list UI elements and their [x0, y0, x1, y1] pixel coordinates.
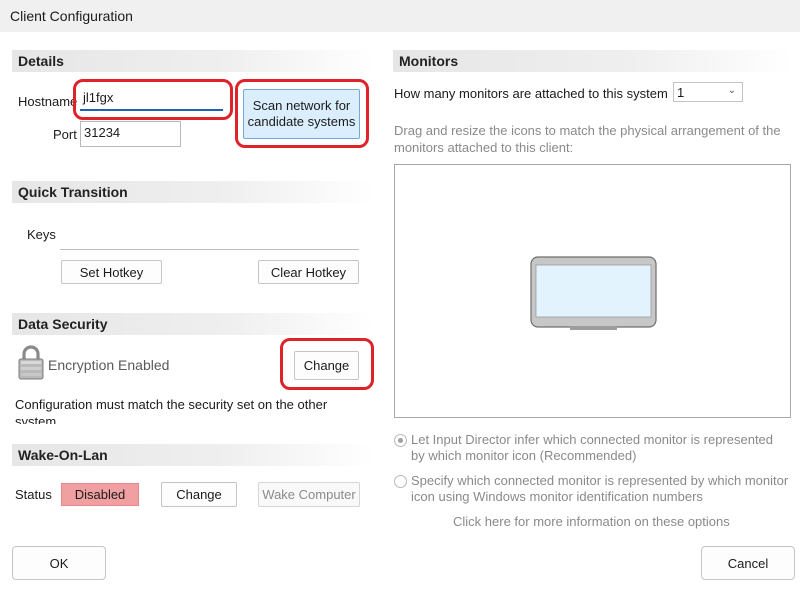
port-input[interactable]: 31234 [80, 121, 181, 147]
quick-transition-header: Quick Transition [12, 181, 374, 203]
wake-computer-button[interactable]: Wake Computer [258, 482, 360, 507]
monitor-icon[interactable] [530, 256, 657, 331]
scan-network-button[interactable]: Scan network for candidate systems [243, 89, 360, 139]
wol-status-label: Status [15, 487, 52, 502]
details-header: Details [12, 50, 374, 72]
security-change-button[interactable]: Change [294, 351, 359, 380]
cancel-button[interactable]: Cancel [701, 546, 795, 580]
window-title: Client Configuration [10, 8, 133, 24]
data-security-header: Data Security [12, 313, 374, 335]
encryption-status-text: Encryption Enabled [48, 357, 170, 373]
specify-option-line2: icon using Windows monitor identificatio… [411, 489, 703, 504]
infer-option-line1: Let Input Director infer which connected… [411, 432, 774, 447]
monitor-arrangement-canvas[interactable] [394, 164, 791, 418]
security-note: Configuration must match the security se… [15, 397, 328, 424]
specify-monitor-radio[interactable] [394, 475, 407, 488]
specify-monitor-option: Specify which connected monitor is repre… [411, 473, 788, 505]
padlock-icon [17, 344, 45, 380]
keys-label: Keys [27, 227, 56, 242]
infer-option-line2: by which monitor icon (Recommended) [411, 448, 637, 463]
set-hotkey-button[interactable]: Set Hotkey [61, 260, 162, 284]
hostname-label: Hostname [18, 94, 78, 109]
monitor-count-value: 1 [677, 85, 685, 100]
monitor-count-question: How many monitors are attached to this s… [394, 86, 668, 101]
title-bar: Client Configuration [0, 0, 800, 32]
monitor-count-select[interactable]: 1 ⌄ [673, 82, 743, 102]
specify-option-line1: Specify which connected monitor is repre… [411, 473, 789, 488]
ok-button[interactable]: OK [12, 546, 106, 580]
arrangement-instructions: Drag and resize the icons to match the p… [394, 123, 781, 155]
wol-status-badge: Disabled [61, 483, 139, 506]
hostname-input[interactable]: jl1fgx [80, 87, 223, 111]
port-label: Port [53, 127, 77, 142]
wake-on-lan-header: Wake-On-Lan [12, 444, 374, 466]
keys-field-underline[interactable] [60, 249, 359, 250]
monitors-header: Monitors [393, 50, 793, 72]
wol-change-button[interactable]: Change [161, 482, 237, 507]
infer-monitor-option: Let Input Director infer which connected… [411, 432, 773, 464]
scan-button-line2: candidate systems [247, 114, 356, 129]
clear-hotkey-button[interactable]: Clear Hotkey [258, 260, 359, 284]
chevron-down-icon: ⌄ [727, 85, 736, 96]
scan-button-line1: Scan network for [252, 98, 351, 113]
infer-monitor-radio[interactable] [394, 434, 407, 447]
more-info-link[interactable]: Click here for more information on these… [453, 514, 730, 529]
